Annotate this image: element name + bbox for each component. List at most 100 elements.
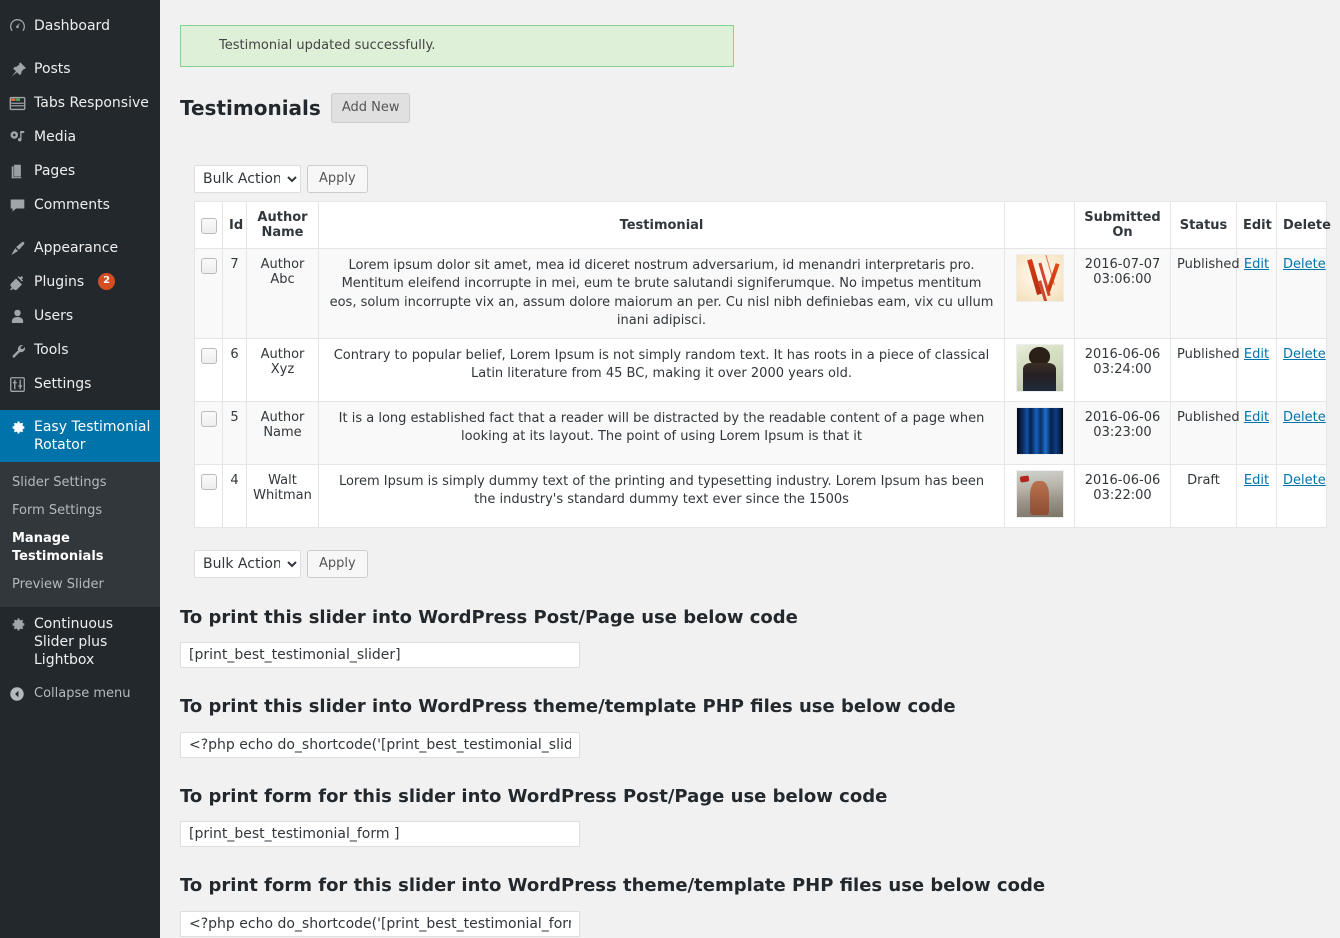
- cell-submitted-on: 2016-06-06 03:24:00: [1074, 337, 1171, 402]
- cell-edit: Edit: [1236, 337, 1277, 402]
- edit-link[interactable]: Edit: [1244, 347, 1269, 362]
- pages-icon: [0, 162, 34, 180]
- column-header-delete: Delete: [1276, 201, 1331, 250]
- collapse-arrow-icon: [0, 685, 34, 702]
- shortcode-input-form-php[interactable]: [180, 910, 580, 937]
- table-row: 4 Walt Whitman Lorem Ipsum is simply dum…: [194, 463, 1327, 528]
- edit-link[interactable]: Edit: [1244, 410, 1269, 425]
- row-select-checkbox[interactable]: [200, 258, 217, 275]
- apply-button-bottom[interactable]: Apply: [307, 549, 368, 578]
- collapse-menu-label: Collapse menu: [34, 686, 131, 701]
- sidebar-item-label: Pages: [34, 163, 76, 179]
- sidebar-item-continuous-slider-plus-lightbox[interactable]: Continuous Slider plus Lightbox: [0, 607, 160, 677]
- cell-author-name: Author Abc: [246, 248, 319, 339]
- sidebar-item-pages[interactable]: Pages: [0, 154, 160, 188]
- column-header-testimonial: Testimonial: [318, 201, 1005, 250]
- cell-delete: Delete: [1276, 463, 1327, 528]
- menu-group-content: Posts Tabs Responsive Media Pages Commen…: [0, 52, 160, 222]
- cell-delete: Delete: [1276, 337, 1327, 402]
- sidebar-item-label: Comments: [34, 197, 110, 213]
- sidebar-item-label: Posts: [34, 61, 71, 77]
- shortcode-input-form-post[interactable]: [180, 821, 580, 848]
- cell-testimonial: Lorem Ipsum is simply dummy text of the …: [318, 463, 1005, 528]
- apply-button-top[interactable]: Apply: [307, 165, 368, 194]
- gear-icon: [0, 615, 34, 633]
- cell-author-name: Walt Whitman: [246, 463, 319, 528]
- menu-separator-3: [0, 401, 160, 410]
- cell-id: 6: [222, 337, 247, 402]
- row-checkbox-cell: [194, 337, 223, 402]
- sidebar-item-plugins[interactable]: Plugins 2: [0, 265, 160, 299]
- shortcode-input-slider-post[interactable]: [180, 642, 580, 669]
- row-select-checkbox[interactable]: [200, 347, 217, 364]
- sidebar-item-settings[interactable]: Settings: [0, 367, 160, 401]
- active-menu-arrow: [160, 428, 168, 444]
- row-checkbox-cell: [194, 463, 223, 528]
- sidebar-item-label: Continuous Slider plus Lightbox: [34, 616, 114, 668]
- tablenav-top: Bulk Actions Delete Apply: [194, 165, 1320, 194]
- submenu-item-preview-slider[interactable]: Preview Slider: [0, 571, 160, 599]
- column-header-author-name: Author Name: [246, 201, 319, 250]
- sidebar-item-easy-testimonial-rotator[interactable]: Easy Testimonial Rotator: [0, 410, 168, 462]
- sidebar-item-posts[interactable]: Posts: [0, 52, 160, 86]
- success-notice-text: Testimonial updated successfully.: [219, 38, 436, 53]
- delete-link[interactable]: Delete: [1283, 257, 1326, 272]
- table-row: 7 Author Abc Lorem ipsum dolor sit amet,…: [194, 248, 1327, 339]
- edit-link[interactable]: Edit: [1244, 473, 1269, 488]
- testimonial-thumbnail-image: [1015, 254, 1064, 303]
- cell-edit: Edit: [1236, 400, 1277, 465]
- edit-link[interactable]: Edit: [1244, 257, 1269, 272]
- sidebar-item-label: Media: [34, 129, 77, 145]
- column-header-edit: Edit: [1236, 201, 1277, 250]
- wrench-icon: [0, 341, 34, 359]
- sidebar-item-appearance[interactable]: Appearance: [0, 231, 160, 265]
- cell-testimonial: Lorem ipsum dolor sit amet, mea id dicer…: [318, 248, 1005, 339]
- delete-link[interactable]: Delete: [1283, 347, 1326, 362]
- sidebar-item-comments[interactable]: Comments: [0, 188, 160, 222]
- cell-delete: Delete: [1276, 400, 1327, 465]
- sidebar-item-users[interactable]: Users: [0, 299, 160, 333]
- testimonial-thumbnail-image: [1015, 406, 1064, 455]
- table-head: Id Author Name Testimonial Submitted On …: [194, 201, 1331, 250]
- table-header-row: Id Author Name Testimonial Submitted On …: [194, 201, 1331, 250]
- delete-link[interactable]: Delete: [1283, 473, 1326, 488]
- menu-group-dashboard: Dashboard: [0, 9, 160, 43]
- cell-delete: Delete: [1276, 248, 1327, 339]
- user-icon: [0, 307, 34, 325]
- cell-testimonial: Contrary to popular belief, Lorem Ipsum …: [318, 337, 1005, 402]
- cell-id: 7: [222, 248, 247, 339]
- column-header-submitted-on: Submitted On: [1074, 201, 1171, 250]
- main-content: Testimonial updated successfully. Testim…: [160, 0, 1340, 938]
- row-select-checkbox[interactable]: [200, 410, 217, 427]
- add-new-button[interactable]: Add New: [330, 93, 411, 124]
- sidebar-item-media[interactable]: Media: [0, 120, 160, 154]
- select-all-checkbox[interactable]: [200, 217, 217, 234]
- delete-link[interactable]: Delete: [1283, 410, 1326, 425]
- menu-group-admin: Appearance Plugins 2 Users Tools Setting…: [0, 231, 160, 401]
- gear-icon: [0, 418, 34, 436]
- status-badge: Published: [1170, 400, 1240, 465]
- submenu-easy-testimonial-rotator: Slider Settings Form Settings Manage Tes…: [0, 462, 160, 607]
- submenu-item-slider-settings[interactable]: Slider Settings: [0, 469, 160, 497]
- sidebar-item-tools[interactable]: Tools: [0, 333, 160, 367]
- bulk-actions-select-top[interactable]: Bulk Actions Delete: [194, 165, 301, 194]
- menu-spacer-top: [0, 0, 160, 9]
- submenu-item-manage-testimonials[interactable]: Manage Testimonials: [0, 525, 160, 571]
- admin-sidebar: Dashboard Posts Tabs Responsive Media Pa…: [0, 0, 168, 938]
- cell-submitted-on: 2016-07-07 03:06:00: [1074, 248, 1171, 339]
- status-badge: Draft: [1170, 463, 1237, 528]
- row-select-checkbox[interactable]: [200, 473, 217, 490]
- testimonial-thumbnail-image: [1015, 469, 1064, 518]
- row-checkbox-cell: [194, 248, 223, 339]
- shortcode-input-slider-php[interactable]: [180, 731, 580, 758]
- cell-author-name: Author Xyz: [246, 337, 319, 402]
- sidebar-item-dashboard[interactable]: Dashboard: [0, 9, 160, 43]
- submenu-item-form-settings[interactable]: Form Settings: [0, 497, 160, 525]
- collapse-menu-button[interactable]: Collapse menu: [0, 677, 160, 711]
- sidebar-item-tabs-responsive[interactable]: Tabs Responsive: [0, 86, 160, 120]
- sidebar-item-label: Plugins: [34, 274, 85, 290]
- bulk-actions-select-bottom[interactable]: Bulk Actions Delete: [194, 549, 301, 578]
- shortcode-heading-form-post: To print form for this slider into WordP…: [180, 785, 888, 807]
- shortcode-heading-slider-post: To print this slider into WordPress Post…: [180, 606, 798, 628]
- page-header: Testimonials Add New: [180, 93, 1320, 124]
